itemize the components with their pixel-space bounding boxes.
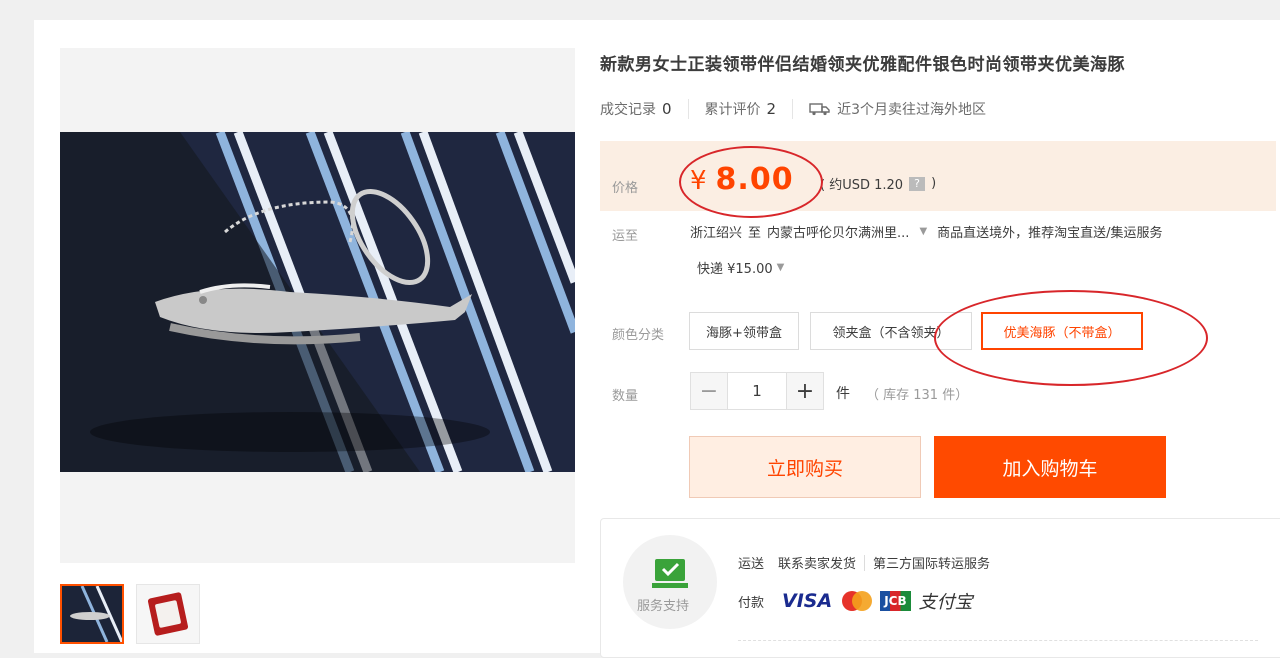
ship-from: 浙江绍兴 xyxy=(690,226,743,241)
meta-divider xyxy=(792,99,794,119)
deals-label: 成交记录 xyxy=(600,102,656,118)
delivery-label: 运送 xyxy=(738,557,765,572)
seller-ships-text: 联系卖家发货 xyxy=(778,557,857,572)
help-icon[interactable]: ? xyxy=(909,176,926,191)
ship-note: 商品直送境外，推荐淘宝直送/集运服务 xyxy=(937,226,1163,241)
service-label: 服务支持 xyxy=(637,599,690,614)
thumbnail-tie-clip-image xyxy=(62,586,122,642)
currency-symbol: ¥ xyxy=(690,166,708,196)
row-divider xyxy=(864,554,866,571)
dolphin-tie-clip-illustration xyxy=(60,132,575,472)
dropdown-caret-icon[interactable]: ▼ xyxy=(919,226,927,237)
buy-now-button[interactable]: 立即购买 xyxy=(689,436,921,498)
service-icon xyxy=(652,559,688,588)
meta-divider xyxy=(687,99,689,119)
payment-label: 付款 xyxy=(738,595,765,611)
sku-label: 颜色分类 xyxy=(612,328,665,343)
third-party-forwarding-link[interactable]: 第三方国际转运服务 xyxy=(873,553,990,572)
deals-count[interactable]: 0 xyxy=(662,100,672,118)
quantity-input[interactable]: 1 xyxy=(728,372,786,410)
delivery-row: 运送 联系卖家发货 第三方国际转运服务 xyxy=(738,553,990,572)
mastercard-logo xyxy=(842,591,873,611)
sku-option-2[interactable]: 领夹盒（不含领夹） xyxy=(810,312,972,350)
reviews-count[interactable]: 2 xyxy=(767,100,777,118)
thumbnail-gift-box-image xyxy=(137,585,199,643)
payment-row: 付款 VISA JCB 支付宝 xyxy=(738,588,973,614)
quantity-stepper: − 1 + xyxy=(690,372,824,410)
shipping-route: 浙江绍兴 至 内蒙古呼伦贝尔满洲里... ▼ 商品直送境外，推荐淘宝直送/集运服… xyxy=(690,222,1163,241)
sku-option-1[interactable]: 海豚+领带盒 xyxy=(689,312,799,350)
main-product-image xyxy=(60,48,575,563)
thumbnail-1[interactable] xyxy=(60,584,124,644)
thumbnail-2[interactable] xyxy=(136,584,200,644)
dropdown-caret-icon[interactable]: ▼ xyxy=(777,262,785,273)
sales-meta: 成交记录 0 累计评价 2 近3个月卖往过海外地区 xyxy=(600,98,986,120)
price-label: 价格 xyxy=(612,181,639,196)
add-to-cart-button[interactable]: 加入购物车 xyxy=(934,436,1166,498)
sku-option-3-selected[interactable]: 优美海豚（不带盒） xyxy=(981,312,1143,350)
shipping-fee-text: 快递 ¥15.00 xyxy=(697,262,773,277)
ship-destination[interactable]: 内蒙古呼伦贝尔满洲里... xyxy=(767,222,909,241)
visa-logo: VISA xyxy=(782,590,833,612)
service-divider xyxy=(738,640,1258,641)
jcb-logo: JCB xyxy=(880,591,911,611)
usd-text: ( 约USD 1.20 xyxy=(820,178,904,193)
truck-icon xyxy=(809,103,830,116)
usd-price: ( 约USD 1.20 ? ) xyxy=(820,174,936,193)
product-photo xyxy=(60,132,575,472)
overseas-text: 近3个月卖往过海外地区 xyxy=(837,102,987,118)
ship-to-word: 至 xyxy=(748,226,762,241)
reviews-label: 累计评价 xyxy=(704,102,761,118)
quantity-plus-button[interactable]: + xyxy=(786,372,824,410)
usd-close: ) xyxy=(931,176,937,191)
shipping-fee[interactable]: 快递 ¥15.00 ▼ xyxy=(697,258,788,277)
price-value: ¥8.00 xyxy=(690,162,794,197)
quantity-label: 数量 xyxy=(612,389,639,404)
quantity-minus-button[interactable]: − xyxy=(690,372,728,410)
alipay-logo: 支付宝 xyxy=(918,592,973,613)
shipping-label: 运至 xyxy=(612,229,639,244)
price-amount: 8.00 xyxy=(715,162,794,197)
quantity-unit: 件 xyxy=(836,386,850,402)
stock-text: （ 库存 131 件） xyxy=(866,388,969,403)
service-badge xyxy=(623,535,717,629)
product-title: 新款男女士正装领带伴侣结婚领夹优雅配件银色时尚领带夹优美海豚 xyxy=(600,55,1125,75)
